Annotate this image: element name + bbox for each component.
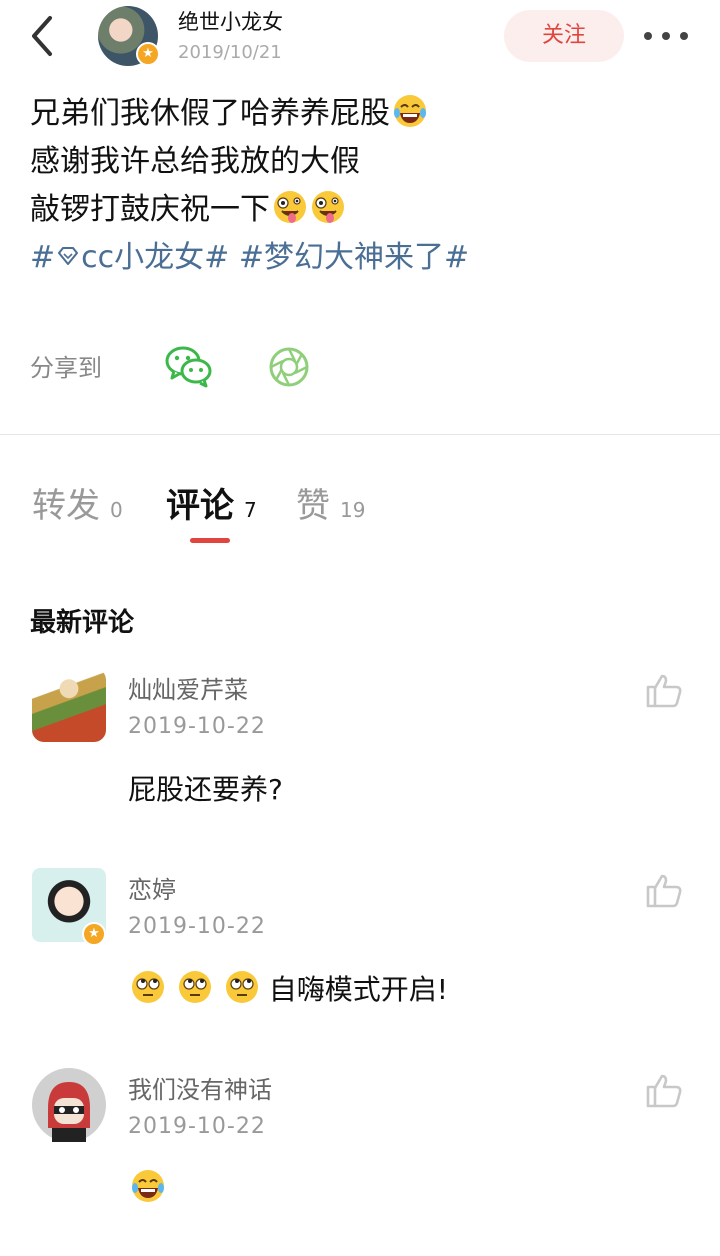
post-text: 感谢我许总给我放的大假 (30, 144, 360, 179)
comment-content: 自嗨模式开启! (128, 968, 448, 1008)
more-button[interactable] (640, 22, 692, 50)
laughing-tears-emoji (132, 1170, 164, 1202)
laughing-tears-emoji (394, 95, 426, 127)
eye-roll-emoji (132, 971, 164, 1003)
commenter-avatar[interactable] (32, 668, 106, 742)
tab-label: 转发 (32, 486, 100, 526)
comment-date: 2019-10-22 (128, 914, 266, 939)
diamond-icon (58, 247, 79, 265)
zany-face-emoji (274, 191, 306, 223)
share-moments-button[interactable] (268, 346, 310, 388)
comment-date: 2019-10-22 (128, 1114, 266, 1139)
share-label: 分享到 (30, 354, 102, 382)
commenter-name[interactable]: 灿灿爱芹菜 (128, 670, 248, 705)
eye-roll-emoji (225, 971, 258, 1003)
section-divider (0, 434, 720, 435)
thumbs-up-icon (646, 674, 682, 708)
chevron-left-icon (32, 16, 52, 56)
commenter-avatar[interactable] (32, 1068, 106, 1142)
post-text: 敲锣打鼓庆祝一下 (30, 192, 270, 227)
follow-button[interactable]: 关注 (504, 10, 624, 62)
back-button[interactable] (26, 12, 62, 60)
active-tab-indicator (190, 538, 230, 543)
star-badge-icon: ★ (82, 922, 106, 946)
ninja-avatar-image (32, 1068, 106, 1142)
post-date: 2019/10/21 (178, 42, 282, 63)
tab-label: 赞 (296, 486, 330, 526)
share-wechat-button[interactable] (164, 344, 214, 388)
tab-count: 0 (110, 498, 123, 522)
zany-face-emoji (312, 191, 344, 223)
wechat-icon (165, 346, 212, 388)
like-button[interactable] (644, 670, 684, 710)
author-name[interactable]: 绝世小龙女 (178, 6, 283, 36)
topic-tag[interactable]: #梦幻大神来了# (239, 240, 469, 275)
tab-count: 19 (340, 498, 366, 522)
post-header: ★ 绝世小龙女 2019/10/21 关注 (0, 0, 720, 76)
topic-tag[interactable]: # cc小龙女# (30, 240, 229, 275)
post-line: 感谢我许总给我放的大假 (30, 138, 690, 186)
tab-reposts[interactable]: 转发 0 (32, 478, 123, 534)
comment-item: ★ 恋婷 2019-10-22 自嗨模式开启! (0, 868, 720, 1058)
tab-comments[interactable]: 评论 7 (166, 478, 257, 534)
comment-item: 我们没有神话 2019-10-22 (0, 1068, 720, 1256)
comment-date: 2019-10-22 (128, 714, 266, 739)
thumbs-up-icon (646, 1074, 682, 1108)
section-title: 最新评论 (30, 608, 135, 638)
tab-likes[interactable]: 赞 19 (296, 478, 365, 534)
comment-text: 自嗨模式开启! (268, 973, 448, 1006)
like-button[interactable] (644, 1070, 684, 1110)
like-button[interactable] (644, 870, 684, 910)
eye-roll-emoji (178, 971, 211, 1003)
comment-text: 屁股还要养? (128, 773, 283, 806)
moments-icon (269, 347, 309, 387)
tab-label: 评论 (166, 486, 234, 526)
post-line: 敲锣打鼓庆祝一下 (30, 186, 690, 234)
tag-hash: # (30, 240, 56, 275)
comment-item: 灿灿爱芹菜 2019-10-22 屁股还要养? (0, 668, 720, 858)
thumbs-up-icon (646, 874, 682, 908)
commenter-name[interactable]: 我们没有神话 (128, 1070, 272, 1105)
post-content: 兄弟们我休假了哈养养屁股 感谢我许总给我放的大假 敲锣打鼓庆祝一下 # cc小龙… (30, 90, 690, 282)
post-text: 兄弟们我休假了哈养养屁股 (30, 96, 390, 131)
commenter-name[interactable]: 恋婷 (128, 870, 176, 905)
star-badge-icon: ★ (136, 42, 160, 66)
tab-count: 7 (244, 498, 257, 522)
comment-content (128, 1168, 166, 1205)
tag-text: cc小龙女# (81, 240, 230, 275)
post-tags: # cc小龙女# #梦幻大神来了# (30, 234, 690, 282)
post-line: 兄弟们我休假了哈养养屁股 (30, 90, 690, 138)
